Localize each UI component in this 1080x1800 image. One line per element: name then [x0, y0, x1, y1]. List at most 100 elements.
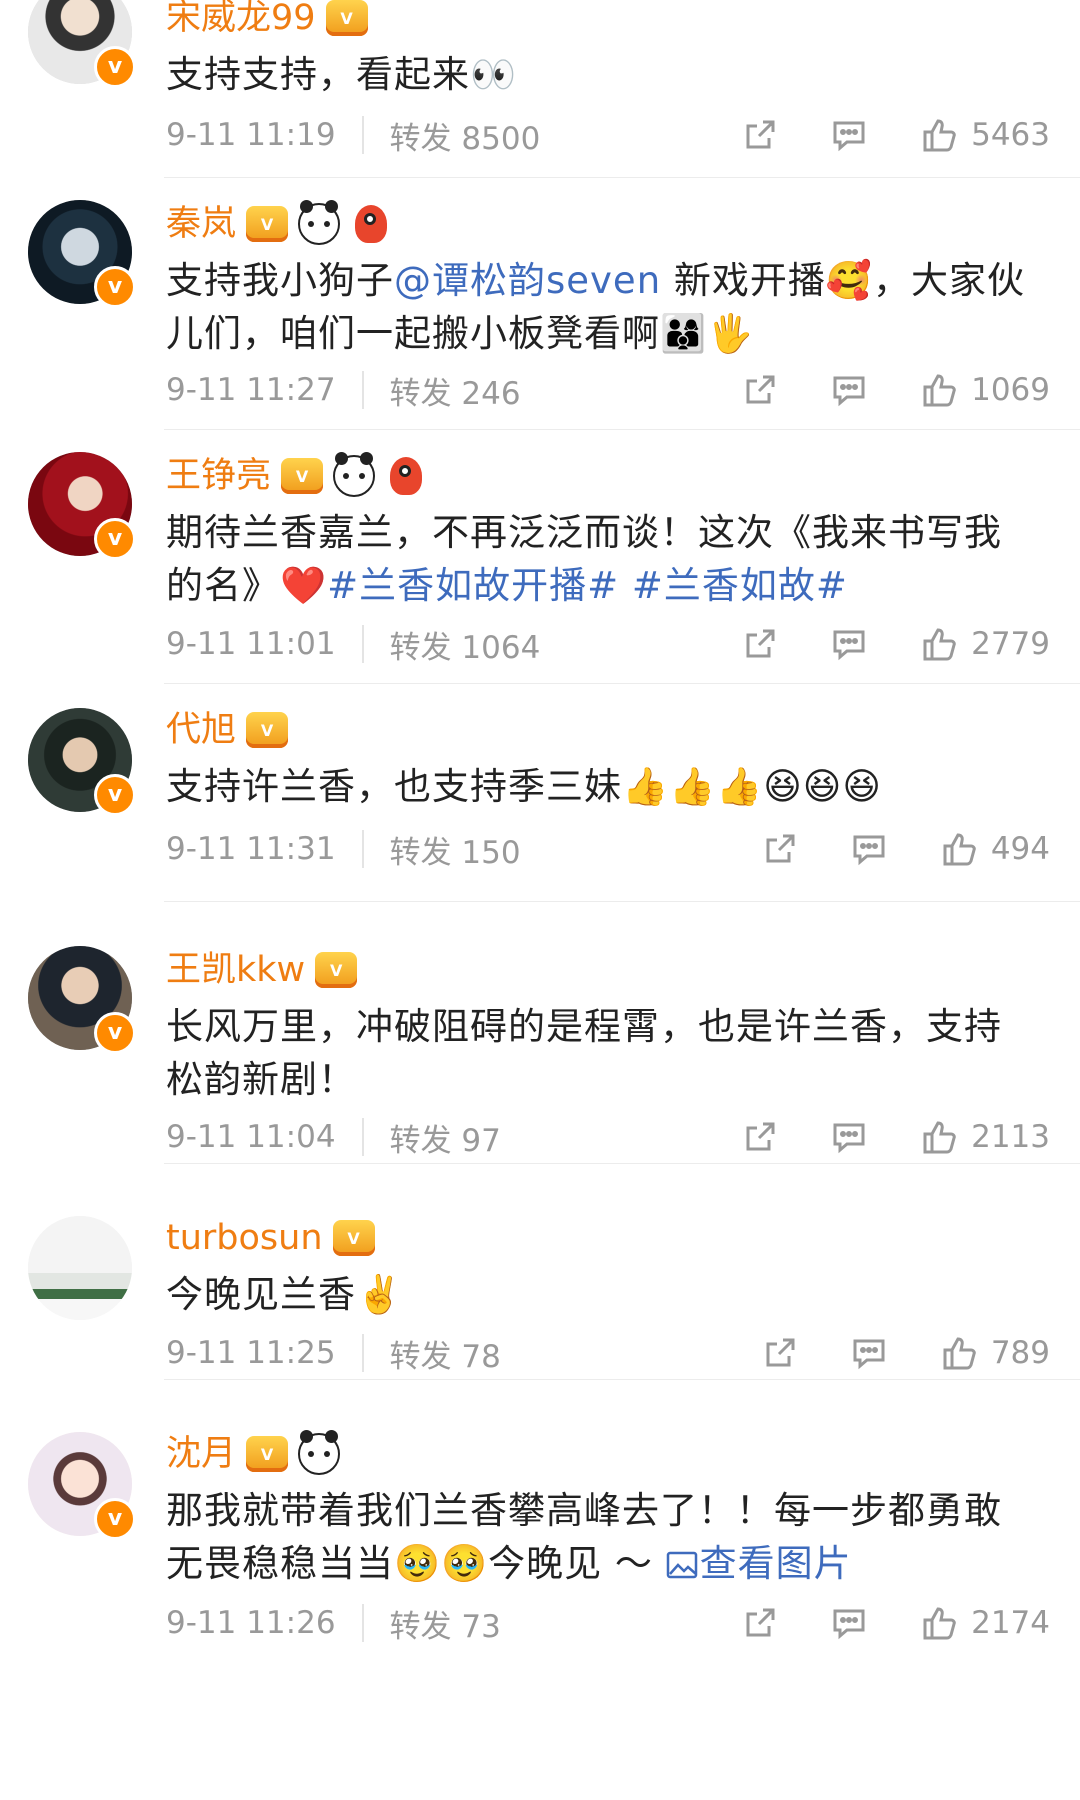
- avatar[interactable]: v: [28, 452, 136, 560]
- comment-meta: 9-11 11:27 转发 246 1069: [166, 365, 1050, 415]
- family-emoji-icon: 👨‍👩‍👦: [660, 312, 708, 355]
- repost-count[interactable]: 转发 246: [390, 368, 690, 413]
- repost-count[interactable]: 转发 97: [390, 1115, 690, 1160]
- comment-item: v 王凯kkw V 长风万里，冲破阻碍的是程霄，也是许兰香，支持松韵新剧！ 9-…: [0, 902, 1080, 1164]
- avatar[interactable]: v: [28, 0, 136, 88]
- like-button[interactable]: 5463: [921, 117, 1050, 153]
- verified-badge-icon: v: [94, 774, 136, 816]
- comment-button[interactable]: [831, 1120, 867, 1154]
- panda-badge-icon: [333, 452, 376, 497]
- comment-meta: 9-11 11:31 转发 150 494: [166, 824, 1050, 874]
- avatar[interactable]: [28, 1216, 132, 1320]
- meta-separator: [361, 625, 364, 663]
- comment-item: v 沈月 V 那我就带着我们兰香攀高峰去了！！每一步都勇敢无畏稳稳当当🥹🥹今晚见…: [0, 1380, 1080, 1800]
- like-button[interactable]: 2779: [921, 626, 1050, 662]
- comment-button[interactable]: [831, 627, 867, 661]
- image-icon: [666, 1550, 698, 1580]
- avatar[interactable]: v: [28, 708, 136, 816]
- comment-item: v 宋威龙99 V 支持支持，看起来👀 9-11 11:19 转发 8500 5…: [0, 0, 1080, 178]
- thumbs-laugh-emoji-icon: 👍👍👍😆😆😆: [622, 765, 882, 808]
- comment-icon: [831, 373, 867, 407]
- hand-emoji-icon: 🖐️: [707, 312, 755, 355]
- repost-count[interactable]: 转发 78: [390, 1331, 709, 1376]
- share-icon: [763, 1336, 797, 1370]
- crown-badge-icon: V: [315, 951, 358, 989]
- bird-badge-icon: [350, 205, 392, 243]
- meta-separator: [361, 116, 364, 154]
- like-button[interactable]: 789: [941, 1335, 1050, 1371]
- verified-badge-icon: v: [94, 518, 136, 560]
- name-row: turbosun V: [166, 1216, 375, 1260]
- hashtag-link[interactable]: #兰香如故开播#: [327, 564, 619, 607]
- heart-emoji-icon: ❤️: [280, 564, 328, 607]
- thumbs-up-icon: [921, 1119, 957, 1155]
- comment-icon: [831, 118, 867, 152]
- comment-text: 支持许兰香，也支持季三妹👍👍👍😆😆😆: [166, 765, 882, 808]
- comment-item: v 王铮亮 V 期待兰香嘉兰，不再泛泛而谈！这次《我来书写我的名》❤️#兰香如故…: [0, 430, 1080, 684]
- name-row: 沈月 V: [166, 1430, 341, 1476]
- like-button[interactable]: 1069: [921, 372, 1050, 408]
- meta-separator: [361, 1118, 364, 1156]
- comment-button[interactable]: [851, 832, 887, 866]
- thumbs-up-icon: [921, 117, 957, 153]
- like-button[interactable]: 2113: [921, 1119, 1050, 1155]
- user-name[interactable]: 宋威龙99: [166, 0, 316, 40]
- comment-text: 长风万里，冲破阻碍的是程霄，也是许兰香，支持松韵新剧！: [166, 1005, 1002, 1101]
- avatar[interactable]: v: [28, 1432, 136, 1540]
- hashtag-link[interactable]: #兰香如故#: [632, 564, 848, 607]
- repost-count[interactable]: 转发 1064: [390, 622, 690, 667]
- share-button[interactable]: [743, 1120, 777, 1154]
- comment-button[interactable]: [851, 1336, 887, 1370]
- comment-icon: [851, 832, 887, 866]
- share-button[interactable]: [763, 832, 797, 866]
- timestamp: 9-11 11:19: [166, 117, 336, 153]
- comment-icon: [831, 1120, 867, 1154]
- share-button[interactable]: [743, 1606, 777, 1640]
- like-button[interactable]: 494: [941, 831, 1050, 867]
- repost-count[interactable]: 转发 150: [390, 827, 709, 872]
- user-name[interactable]: 沈月: [166, 1432, 236, 1476]
- thumbs-up-icon: [921, 626, 957, 662]
- user-name[interactable]: turbosun: [166, 1216, 323, 1260]
- crown-badge-icon: V: [325, 0, 368, 37]
- timestamp: 9-11 11:01: [166, 626, 336, 662]
- like-button[interactable]: 2174: [921, 1605, 1050, 1641]
- user-name[interactable]: 秦岚: [166, 202, 236, 246]
- thumbs-up-icon: [921, 372, 957, 408]
- share-icon: [743, 1606, 777, 1640]
- share-button[interactable]: [743, 373, 777, 407]
- avatar[interactable]: v: [28, 200, 136, 308]
- user-name[interactable]: 王凯kkw: [166, 948, 305, 992]
- share-button[interactable]: [743, 627, 777, 661]
- timestamp: 9-11 11:25: [166, 1335, 336, 1371]
- user-name[interactable]: 代旭: [166, 708, 236, 752]
- meta-separator: [361, 1604, 364, 1642]
- repost-count[interactable]: 转发 8500: [390, 113, 690, 158]
- user-name[interactable]: 王铮亮: [166, 454, 271, 498]
- name-row: 宋威龙99 V: [166, 0, 368, 40]
- emoji-icon: 🥰: [825, 259, 873, 302]
- comment-text: 今晚见兰香✌️: [166, 1273, 404, 1316]
- victory-hand-emoji-icon: ✌️: [356, 1273, 404, 1316]
- name-row: 代旭 V: [166, 708, 289, 752]
- view-image-link[interactable]: 查看图片: [666, 1542, 852, 1585]
- avatar[interactable]: v: [28, 946, 136, 1054]
- comment-meta: 9-11 11:01 转发 1064 2779: [166, 619, 1050, 669]
- mention-link[interactable]: @谭松韵seven: [394, 259, 661, 302]
- comment-button[interactable]: [831, 1606, 867, 1640]
- share-button[interactable]: [763, 1336, 797, 1370]
- comment-button[interactable]: [831, 373, 867, 407]
- comment-feed: v 宋威龙99 V 支持支持，看起来👀 9-11 11:19 转发 8500 5…: [0, 0, 1080, 1800]
- comment-button[interactable]: [831, 118, 867, 152]
- thumbs-up-icon: [941, 831, 977, 867]
- comment-text: 期待兰香嘉兰，不再泛泛而谈！这次《我来书写我的名》❤️#兰香如故开播# #兰香如…: [166, 511, 1002, 607]
- repost-count[interactable]: 转发 73: [390, 1601, 690, 1646]
- share-icon: [763, 832, 797, 866]
- comment-icon: [831, 1606, 867, 1640]
- comment-meta: 9-11 11:19 转发 8500 5463: [166, 110, 1050, 160]
- share-icon: [743, 118, 777, 152]
- share-button[interactable]: [743, 118, 777, 152]
- comment-icon: [831, 627, 867, 661]
- share-icon: [743, 373, 777, 407]
- verified-badge-icon: v: [94, 1498, 136, 1540]
